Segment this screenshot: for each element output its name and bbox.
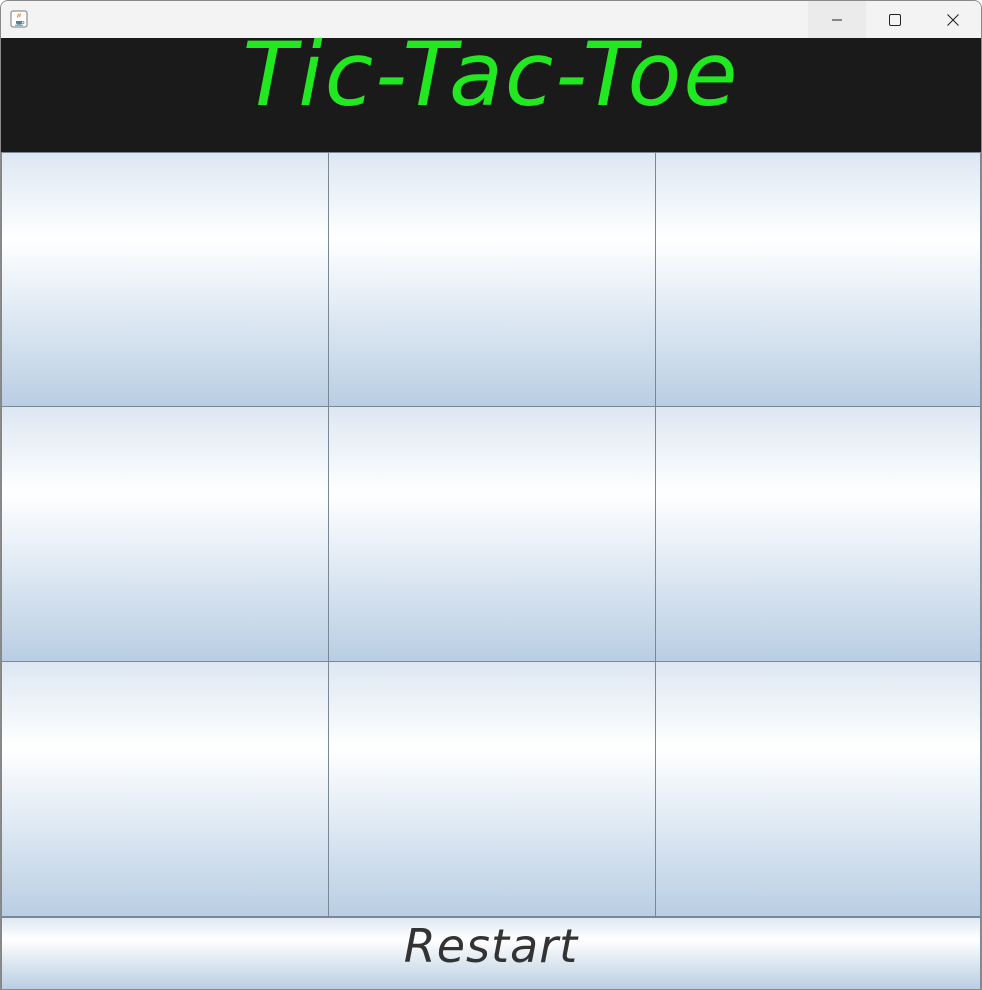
title-bar[interactable] [1, 1, 981, 38]
board-cell-0[interactable] [1, 152, 329, 407]
minimize-button[interactable] [808, 1, 866, 38]
board-cell-6[interactable] [1, 661, 329, 917]
maximize-button[interactable] [866, 1, 924, 38]
board-cell-3[interactable] [1, 406, 329, 662]
restart-label: Restart [403, 919, 579, 973]
board-cell-5[interactable] [655, 406, 981, 662]
minimize-icon [832, 19, 842, 20]
maximize-icon [889, 13, 901, 26]
game-title: Tic-Tac-Toe [242, 38, 740, 126]
restart-button[interactable]: Restart [1, 917, 981, 989]
close-button[interactable] [924, 1, 981, 38]
board-cell-8[interactable] [655, 661, 981, 917]
game-header: Tic-Tac-Toe [1, 38, 981, 152]
board-cell-7[interactable] [328, 661, 656, 917]
board-cell-1[interactable] [328, 152, 656, 407]
game-board [1, 152, 981, 917]
board-cell-4[interactable] [328, 406, 656, 662]
app-window: Tic-Tac-Toe Restart [0, 0, 982, 990]
close-icon [947, 13, 959, 26]
java-icon[interactable] [9, 9, 29, 29]
board-cell-2[interactable] [655, 152, 981, 407]
